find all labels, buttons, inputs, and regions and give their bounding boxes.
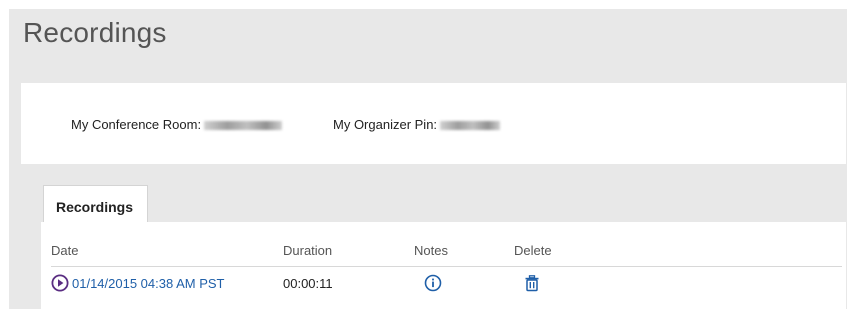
recording-duration: 00:00:11 xyxy=(283,276,333,291)
column-header-delete: Delete xyxy=(514,243,552,258)
table-row: 01/14/2015 04:38 AM PST xyxy=(51,274,225,292)
conference-room-info: My Conference Room: xyxy=(71,117,283,132)
tab-recordings-label: Recordings xyxy=(56,199,134,215)
conference-info-box: My Conference Room: My Organizer Pin: xyxy=(21,83,846,164)
recordings-table: Date Duration Notes Delete 01/14/2015 04… xyxy=(41,222,846,309)
header-divider xyxy=(51,266,842,267)
tab-recordings[interactable]: Recordings xyxy=(43,185,148,224)
organizer-pin-info: My Organizer Pin: xyxy=(333,117,501,132)
column-header-date: Date xyxy=(51,243,79,258)
column-header-notes: Notes xyxy=(414,243,448,258)
conference-room-value-redacted xyxy=(204,121,283,131)
organizer-pin-value-redacted xyxy=(440,121,501,131)
info-icon[interactable] xyxy=(424,274,442,292)
page-title: Recordings xyxy=(23,17,167,48)
conference-room-label: My Conference Room: xyxy=(71,117,202,132)
play-circle-icon[interactable] xyxy=(51,274,69,292)
column-header-duration: Duration xyxy=(283,243,333,258)
recordings-panel: Recordings My Conference Room: My Organi… xyxy=(9,9,847,309)
recording-date-link[interactable]: 01/14/2015 04:38 AM PST xyxy=(51,274,225,292)
organizer-pin-label: My Organizer Pin: xyxy=(333,117,438,132)
trash-icon[interactable] xyxy=(523,274,541,292)
recording-date: 01/14/2015 04:38 AM PST xyxy=(72,275,225,291)
